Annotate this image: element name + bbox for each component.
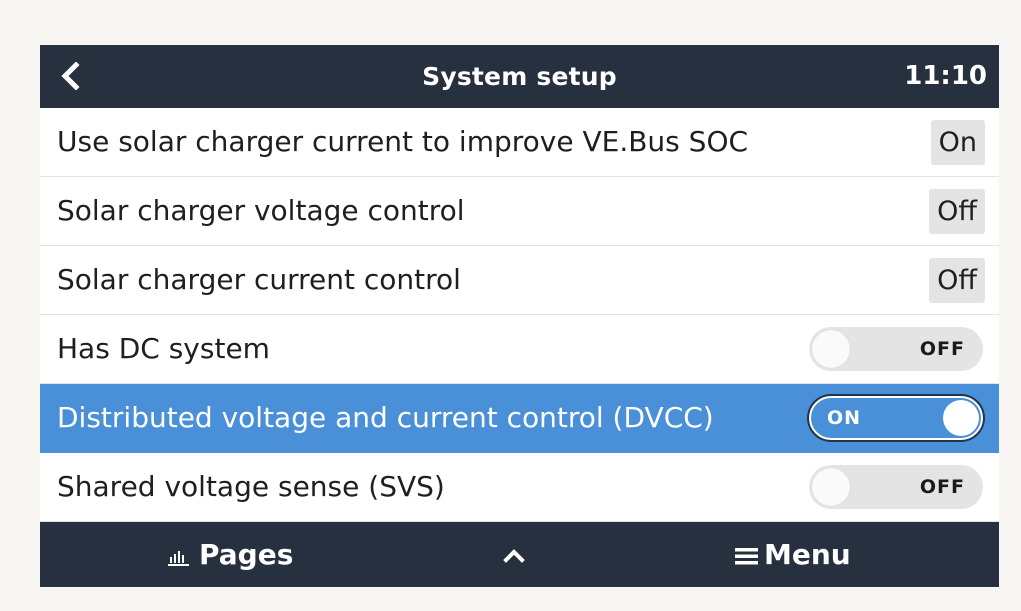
toggle-state: OFF bbox=[919, 476, 965, 498]
setting-value: On bbox=[930, 120, 985, 165]
scroll-up-button[interactable] bbox=[500, 522, 528, 587]
header-bar: System setup 11:10 bbox=[40, 45, 999, 108]
setting-row-solar-current-control[interactable]: Solar charger current control Off bbox=[40, 246, 999, 315]
setting-label: Use solar charger current to improve VE.… bbox=[57, 125, 749, 158]
setting-row-dvcc[interactable]: Distributed voltage and current control … bbox=[40, 384, 999, 453]
setting-value: Off bbox=[929, 258, 985, 303]
svs-toggle[interactable]: OFF bbox=[809, 465, 983, 509]
dvcc-toggle[interactable]: ON bbox=[809, 396, 983, 440]
toggle-state: ON bbox=[827, 407, 862, 429]
pages-button[interactable]: Pages bbox=[168, 522, 293, 587]
footer-bar: Pages Menu bbox=[40, 522, 999, 587]
menu-button[interactable]: Menu bbox=[734, 522, 851, 587]
bar-chart-icon bbox=[168, 550, 189, 566]
page-title: System setup bbox=[422, 62, 617, 91]
clock-time: 11:10 bbox=[904, 61, 987, 91]
setting-label: Distributed voltage and current control … bbox=[57, 401, 714, 434]
setting-label: Has DC system bbox=[57, 332, 270, 365]
setting-label: Solar charger current control bbox=[57, 263, 461, 296]
setting-row-has-dc-system[interactable]: Has DC system OFF bbox=[40, 315, 999, 384]
setting-row-solar-voltage-control[interactable]: Solar charger voltage control Off bbox=[40, 177, 999, 246]
toggle-knob bbox=[943, 400, 979, 436]
settings-list: Use solar charger current to improve VE.… bbox=[40, 108, 999, 522]
hamburger-menu-icon bbox=[735, 547, 758, 564]
menu-label: Menu bbox=[764, 538, 851, 571]
setting-label: Shared voltage sense (SVS) bbox=[57, 470, 445, 503]
toggle-knob bbox=[812, 468, 850, 506]
setting-row-svs[interactable]: Shared voltage sense (SVS) OFF bbox=[40, 453, 999, 522]
has-dc-system-toggle[interactable]: OFF bbox=[809, 327, 983, 371]
setting-row-solar-soc[interactable]: Use solar charger current to improve VE.… bbox=[40, 108, 999, 177]
toggle-knob bbox=[812, 330, 850, 368]
toggle-state: OFF bbox=[919, 338, 965, 360]
setting-value: Off bbox=[929, 189, 985, 234]
device-screen: System setup 11:10 Use solar charger cur… bbox=[40, 45, 999, 587]
chevron-up-icon bbox=[503, 548, 525, 563]
setting-label: Solar charger voltage control bbox=[57, 194, 465, 227]
pages-label: Pages bbox=[199, 538, 294, 571]
